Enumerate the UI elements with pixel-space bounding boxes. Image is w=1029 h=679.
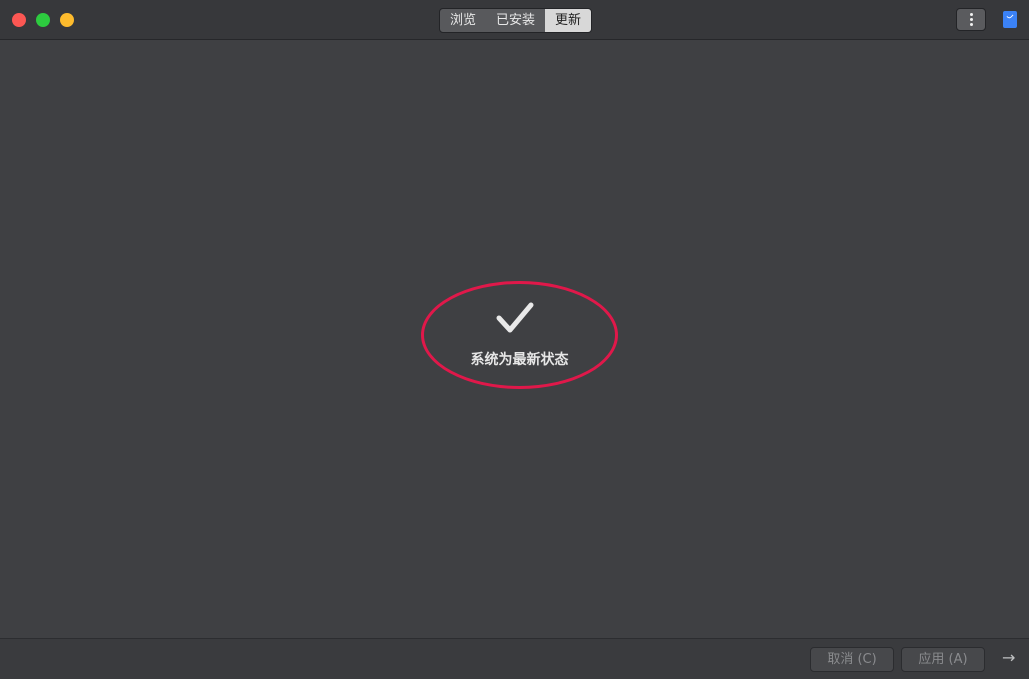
- arrow-right-icon[interactable]: →: [1002, 648, 1015, 667]
- more-dots-icon: [969, 13, 973, 16]
- close-window-button[interactable]: [12, 13, 26, 27]
- minimize-window-button[interactable]: [60, 13, 74, 27]
- view-switcher: 浏览 已安装 更新: [439, 8, 593, 33]
- footer-bar: 取消 (C) 应用 (A): [0, 638, 1029, 679]
- store-bag-icon[interactable]: [1003, 11, 1017, 28]
- apply-button[interactable]: 应用 (A): [901, 647, 985, 672]
- title-bar: 浏览 已安装 更新: [0, 0, 1029, 40]
- maximize-window-button[interactable]: [36, 13, 50, 27]
- tab-installed[interactable]: 已安装: [486, 9, 545, 32]
- more-dots-icon-dot: [969, 18, 973, 21]
- tab-browse[interactable]: 浏览: [440, 9, 486, 32]
- checkmark-icon: [496, 302, 534, 333]
- status-message: 系统为最新状态: [470, 352, 569, 368]
- more-menu-button[interactable]: [956, 8, 986, 31]
- tab-updates[interactable]: 更新: [545, 9, 592, 32]
- more-dots-icon-dot: [969, 23, 973, 26]
- cancel-button[interactable]: 取消 (C): [810, 647, 894, 672]
